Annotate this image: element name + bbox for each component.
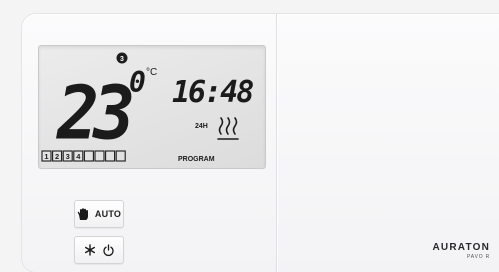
auto-button-label: AUTO [94, 209, 122, 219]
snowflake-icon [84, 244, 95, 256]
mode-power-button[interactable] [74, 236, 124, 264]
day-box-label: 3 [66, 152, 70, 161]
panel-divider [276, 14, 277, 272]
day-box-label: 2 [55, 152, 59, 161]
day-box-label: 1 [44, 152, 48, 161]
power-icon [102, 243, 114, 256]
brand-model: PAVO R [467, 254, 490, 260]
lcd-segments: 3 23 0 °C 16:48 24H 1234 PROGRAM [41, 52, 255, 163]
day-box: 1 [41, 150, 52, 162]
brand-name: AURATON [432, 242, 490, 253]
temperature-unit: °C [146, 67, 157, 78]
svg-text:3: 3 [120, 56, 124, 63]
hand-icon [77, 207, 88, 220]
temperature-digits: 23 [55, 70, 132, 156]
program-label: PROGRAM [178, 156, 215, 163]
brand-logo: AURATON PAVO R [433, 242, 490, 260]
lcd-display: 3 23 0 °C 16:48 24H 1234 PROGRAM [38, 45, 266, 169]
auto-button[interactable]: AUTO [74, 200, 124, 228]
clock-time: 16:48 [172, 75, 253, 110]
thermostat-device: 3 23 0 °C 16:48 24H 1234 PROGRAM AUTO AU… [22, 14, 499, 272]
temperature-decimal: 0 [129, 66, 146, 99]
heating-waves-icon [217, 117, 239, 140]
program-number-badge: 3 [116, 52, 128, 64]
clock-mode: 24H [195, 123, 208, 130]
